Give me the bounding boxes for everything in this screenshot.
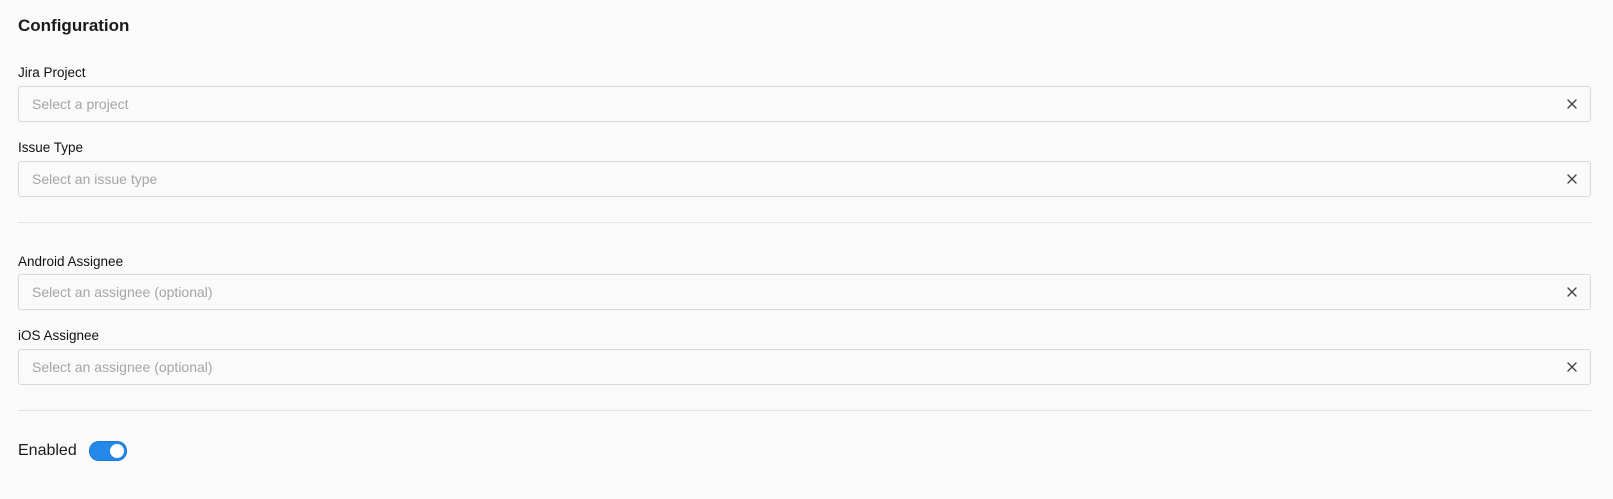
android-assignee-select[interactable]: Select an assignee (optional) bbox=[18, 274, 1591, 310]
issue-type-select[interactable]: Select an issue type bbox=[18, 161, 1591, 197]
close-icon bbox=[1567, 174, 1577, 184]
configuration-panel: Configuration Jira Project Select a proj… bbox=[0, 0, 1613, 499]
jira-project-placeholder: Select a project bbox=[32, 96, 129, 112]
ios-assignee-select[interactable]: Select an assignee (optional) bbox=[18, 349, 1591, 385]
enabled-toggle[interactable] bbox=[88, 441, 127, 461]
section-title: Configuration bbox=[18, 16, 130, 35]
ios-assignee-placeholder: Select an assignee (optional) bbox=[32, 359, 213, 375]
jira-project-label: Jira Project bbox=[18, 65, 86, 80]
issue-type-clear-button[interactable] bbox=[1554, 162, 1590, 196]
android-assignee-label: Android Assignee bbox=[18, 254, 124, 269]
issue-type-placeholder: Select an issue type bbox=[32, 171, 158, 187]
jira-project-clear-button[interactable] bbox=[1554, 87, 1590, 121]
enabled-label: Enabled bbox=[18, 442, 77, 459]
android-assignee-clear-button[interactable] bbox=[1554, 275, 1590, 309]
section-divider bbox=[18, 222, 1591, 223]
jira-project-select[interactable]: Select a project bbox=[18, 86, 1591, 122]
section-divider bbox=[18, 410, 1591, 411]
enabled-toggle-row: Enabled bbox=[18, 441, 127, 461]
close-icon bbox=[1567, 362, 1577, 372]
toggle-knob bbox=[109, 444, 124, 458]
close-icon bbox=[1567, 99, 1577, 109]
issue-type-label: Issue Type bbox=[18, 140, 84, 155]
ios-assignee-label: iOS Assignee bbox=[18, 328, 100, 343]
android-assignee-placeholder: Select an assignee (optional) bbox=[32, 284, 213, 300]
ios-assignee-clear-button[interactable] bbox=[1554, 350, 1590, 384]
close-icon bbox=[1567, 287, 1577, 297]
